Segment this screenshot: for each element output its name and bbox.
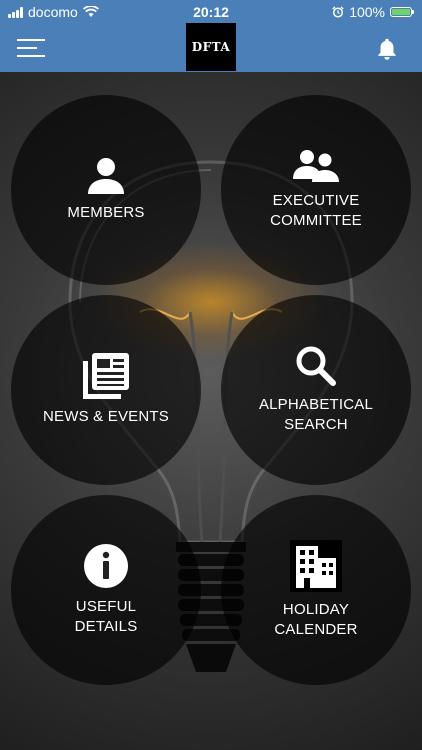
search-icon <box>296 346 336 386</box>
executive-committee-label: EXECUTIVE COMMITTEE <box>270 192 362 229</box>
members-label: MEMBERS <box>67 204 145 221</box>
executive-committee-button[interactable]: EXECUTIVE COMMITTEE <box>221 95 411 285</box>
person-icon <box>88 158 124 194</box>
holiday-calender-label: HOLIDAY CALENDER <box>274 601 358 638</box>
holiday-calender-button[interactable]: HOLIDAY CALENDER <box>221 495 411 685</box>
news-events-button[interactable]: NEWS & EVENTS <box>11 295 201 485</box>
useful-details-label: USEFUL DETAILS <box>74 598 138 635</box>
bell-icon[interactable] <box>374 36 400 62</box>
hamburger-menu-icon[interactable] <box>17 36 47 60</box>
header-bar: DFTA <box>0 23 422 72</box>
info-icon <box>84 544 128 588</box>
building-icon <box>290 540 342 592</box>
members-button[interactable]: MEMBERS <box>11 95 201 285</box>
status-bar: docomo 20:12 100% <box>0 0 422 24</box>
useful-details-button[interactable]: USEFUL DETAILS <box>11 495 201 685</box>
alphabetical-search-button[interactable]: ALPHABETICAL SEARCH <box>221 295 411 485</box>
battery-percent: 100% <box>349 4 385 20</box>
logo-text: DFTA <box>191 40 231 54</box>
news-events-label: NEWS & EVENTS <box>43 408 169 425</box>
alphabetical-search-label: ALPHABETICAL SEARCH <box>258 396 374 433</box>
alarm-icon <box>332 6 344 18</box>
news-icon <box>83 353 129 399</box>
group-icon <box>293 150 339 182</box>
app-logo: DFTA <box>186 23 236 71</box>
status-bar-right: 100% <box>332 4 414 20</box>
battery-charging-icon <box>390 7 414 17</box>
